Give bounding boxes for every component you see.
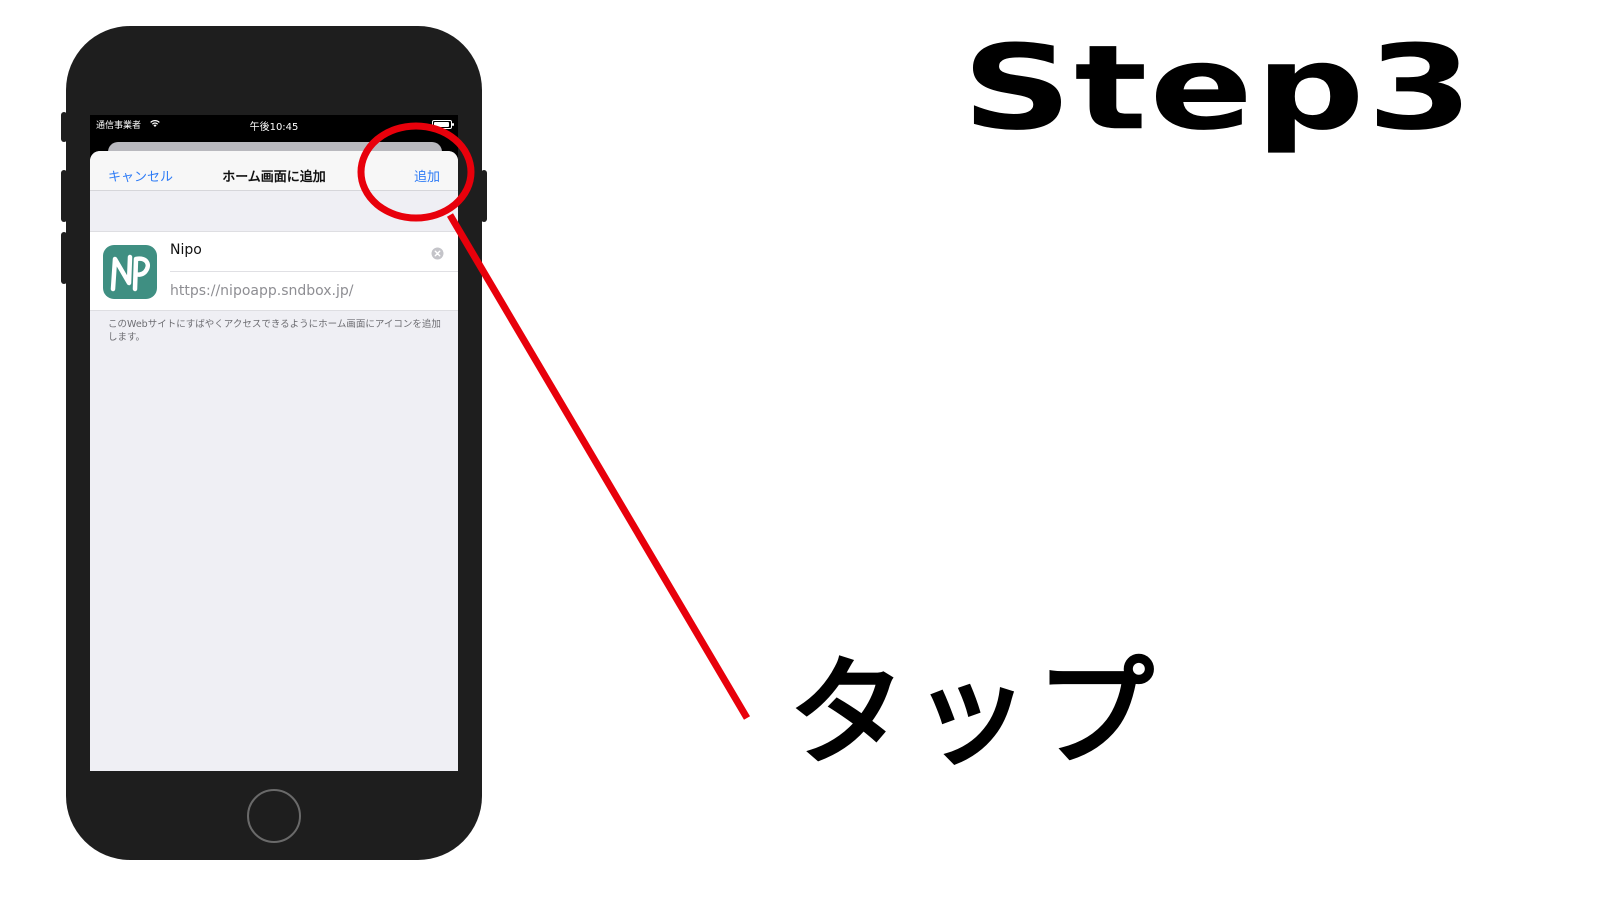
status-time: 午後10:45 [249, 122, 299, 133]
power-button [481, 170, 487, 222]
name-input[interactable]: Nipo [170, 242, 430, 262]
bookmark-form: Nipo https://nipoapp.sndbox.jp/ [90, 231, 458, 311]
page-title: ホーム画面に追加 [222, 170, 326, 185]
step-title: Step3 [962, 20, 1476, 157]
field-divider [170, 271, 458, 272]
tap-label: タップ [788, 644, 1161, 782]
footer-note: このWebサイトにすばやくアクセスできるようにホーム画面にアイコンを追加します。 [108, 319, 441, 343]
pointer-line [446, 213, 751, 720]
battery-icon [432, 120, 454, 129]
app-icon-glyph [110, 254, 150, 292]
volume-down-button [61, 232, 67, 284]
url-text: https://nipoapp.sndbox.jp/ [170, 283, 354, 299]
add-to-home-sheet: キャンセル ホーム画面に追加 追加 Nipo https://nipoapp.s… [90, 151, 458, 771]
home-button[interactable] [247, 789, 301, 843]
phone-screen: 通信事業者 午後10:45 キャンセル ホーム画面に追加 追加 Nipo htt… [90, 115, 458, 771]
clear-icon[interactable] [431, 245, 444, 264]
app-icon [103, 245, 157, 299]
mute-switch [61, 112, 67, 142]
nav-bar: キャンセル ホーム画面に追加 追加 [90, 151, 458, 191]
volume-up-button [61, 170, 67, 222]
add-button[interactable]: 追加 [414, 166, 440, 185]
status-bar: 通信事業者 午後10:45 [90, 115, 458, 133]
